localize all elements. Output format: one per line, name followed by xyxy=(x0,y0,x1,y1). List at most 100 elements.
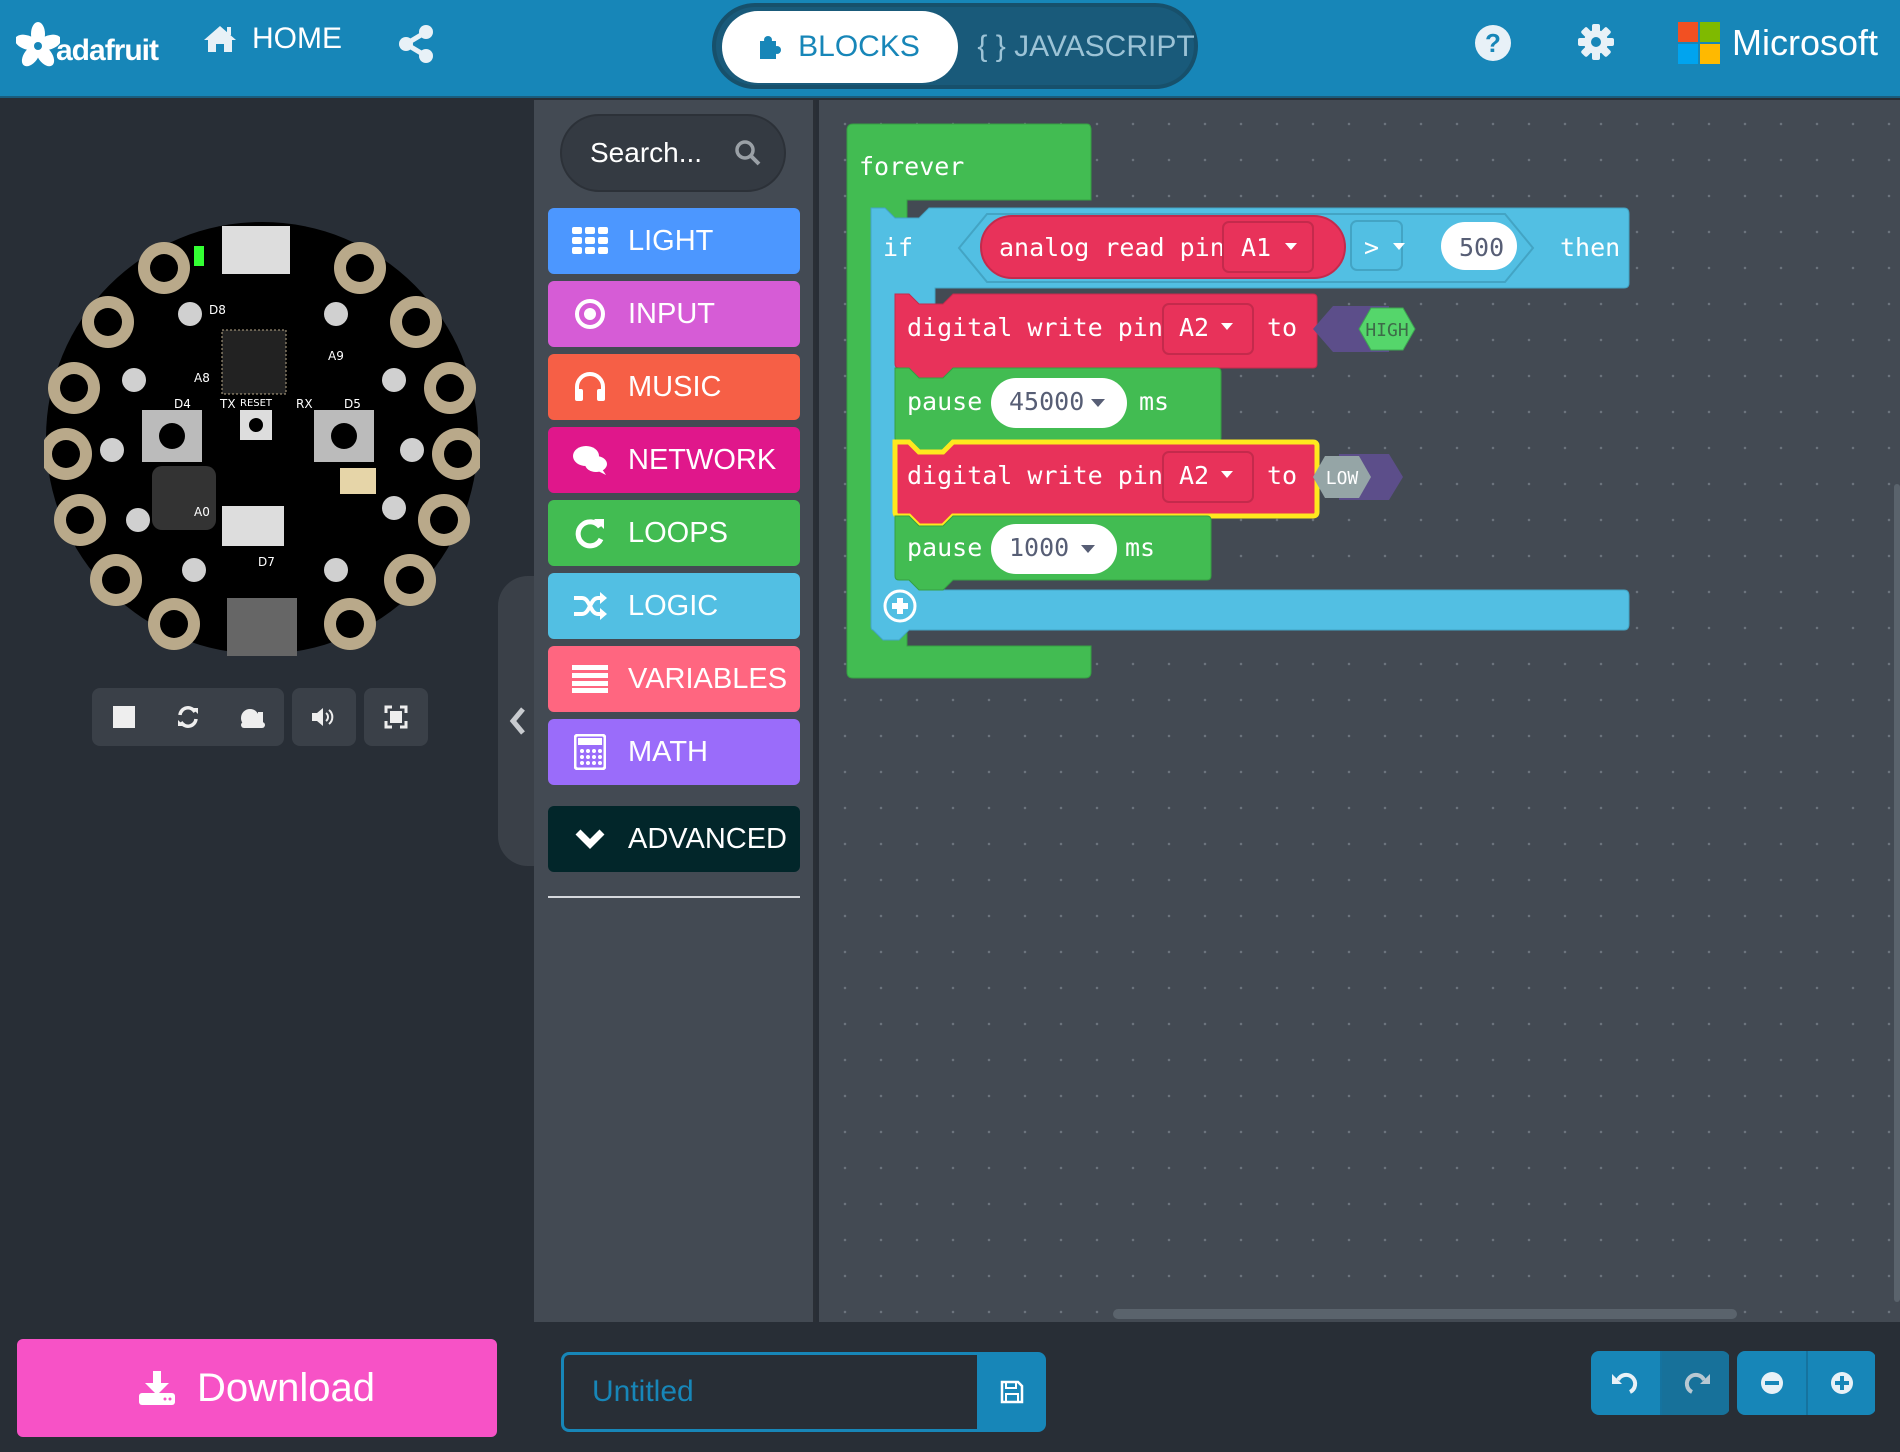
blocks-workspace[interactable]: forever if then analog read pin A1 > 500… xyxy=(819,100,1900,1322)
high-value[interactable]: HIGH xyxy=(1358,307,1416,351)
toolbox-divider xyxy=(548,896,800,898)
pause-label: pause xyxy=(907,387,982,416)
chat-bubbles-icon xyxy=(570,445,610,475)
svg-text:A1: A1 xyxy=(1241,233,1271,262)
stop-icon xyxy=(113,706,135,728)
calculator-icon xyxy=(570,734,610,770)
download-button[interactable]: Download xyxy=(17,1339,497,1437)
category-light[interactable]: LIGHT xyxy=(548,208,800,274)
floppy-disk-icon xyxy=(1000,1380,1023,1404)
help-button[interactable]: ? xyxy=(1474,24,1512,66)
pause-label: pause xyxy=(907,533,982,562)
home-button[interactable]: HOME xyxy=(202,22,342,56)
flower-icon xyxy=(16,22,60,67)
svg-text:D4: D4 xyxy=(174,397,191,411)
pause-duration-dropdown[interactable]: 45000 xyxy=(991,378,1127,428)
pause-duration-dropdown[interactable]: 1000 xyxy=(991,524,1117,574)
undo-button[interactable] xyxy=(1591,1351,1660,1415)
download-label: Download xyxy=(197,1365,375,1410)
analog-pin-dropdown[interactable]: A1 xyxy=(1222,221,1314,273)
category-math[interactable]: MATH xyxy=(548,719,800,785)
category-label: MATH xyxy=(628,735,709,768)
speaker-icon xyxy=(312,708,334,726)
pause-block-2[interactable]: pause 1000 ms xyxy=(894,515,1212,591)
pin-dropdown[interactable]: A2 xyxy=(1162,303,1254,355)
svg-text:RX: RX xyxy=(296,397,313,411)
svg-text:A0: A0 xyxy=(194,505,210,519)
svg-text:ms: ms xyxy=(1125,533,1155,562)
restart-button[interactable] xyxy=(156,688,220,746)
fullscreen-button[interactable] xyxy=(364,688,428,746)
svg-text:A2: A2 xyxy=(1179,461,1209,490)
tab-javascript[interactable]: { } JAVASCRIPT xyxy=(977,11,1194,83)
digital-write-low-block[interactable]: digital write pin A2 to LOW xyxy=(892,439,1403,529)
settings-button[interactable] xyxy=(1578,24,1614,64)
category-music[interactable]: MUSIC xyxy=(548,354,800,420)
microsoft-text: Microsoft xyxy=(1732,22,1879,63)
tab-blocks[interactable]: BLOCKS xyxy=(722,11,958,83)
svg-text:1000: 1000 xyxy=(1009,533,1069,562)
download-icon xyxy=(139,1371,176,1405)
svg-text:45000: 45000 xyxy=(1009,387,1084,416)
forever-label: forever xyxy=(859,152,964,181)
mute-button[interactable] xyxy=(292,688,356,746)
svg-text:LOW: LOW xyxy=(1326,468,1359,489)
refresh-icon xyxy=(178,706,198,728)
digital-write-high-block[interactable]: digital write pin A2 to HIGH xyxy=(894,293,1416,379)
circuit-playground-board[interactable]: D8 A8 A9 D4 TX RESET RX D5 A0 D7 xyxy=(44,220,480,656)
slow-mode-button[interactable] xyxy=(220,688,284,746)
category-logic[interactable]: LOGIC xyxy=(548,573,800,639)
category-variables[interactable]: VARIABLES xyxy=(548,646,800,712)
search-icon xyxy=(735,140,761,166)
category-label: LIGHT xyxy=(628,224,714,257)
svg-text:HIGH: HIGH xyxy=(1365,320,1408,341)
operator-dropdown[interactable]: > xyxy=(1350,220,1405,271)
category-network[interactable]: NETWORK xyxy=(548,427,800,493)
puzzle-icon xyxy=(760,36,782,59)
chevron-down-icon xyxy=(570,828,610,850)
category-label: MUSIC xyxy=(628,370,722,403)
collapse-simulator-button[interactable] xyxy=(498,576,538,866)
low-value[interactable]: LOW xyxy=(1313,456,1371,498)
category-loops[interactable]: LOOPS xyxy=(548,500,800,566)
gear-icon xyxy=(1578,24,1614,60)
stop-button[interactable] xyxy=(92,688,156,746)
svg-text:to: to xyxy=(1267,461,1297,490)
category-label: VARIABLES xyxy=(628,662,788,695)
redo-button[interactable] xyxy=(1660,1351,1729,1415)
home-label: HOME xyxy=(252,22,342,55)
share-button[interactable] xyxy=(398,24,434,68)
search-input[interactable]: Search... xyxy=(590,137,734,169)
analog-read-block[interactable]: analog read pin A1 xyxy=(980,215,1346,279)
category-input[interactable]: INPUT xyxy=(548,281,800,347)
analog-read-label: analog read pin xyxy=(999,233,1225,262)
home-icon xyxy=(204,26,236,52)
svg-text:500: 500 xyxy=(1459,233,1504,262)
shuffle-icon xyxy=(570,591,610,621)
svg-text:?: ? xyxy=(1485,28,1501,58)
compare-value-input[interactable]: 500 xyxy=(1441,222,1517,270)
refresh-icon xyxy=(570,517,610,549)
project-name-input[interactable] xyxy=(561,1352,979,1432)
redo-icon xyxy=(1684,1372,1710,1394)
tab-blocks-label: BLOCKS xyxy=(798,30,920,63)
toolbox-search[interactable]: Search... xyxy=(560,114,786,192)
workspace-vertical-scrollbar[interactable] xyxy=(1894,484,1900,1302)
block-canvas: forever if then analog read pin A1 > 500… xyxy=(846,123,1630,679)
undo-redo-group xyxy=(1591,1351,1730,1415)
digital-write-label: digital write pin xyxy=(907,461,1163,490)
save-button[interactable] xyxy=(977,1352,1046,1432)
pause-block-1[interactable]: pause 45000 ms xyxy=(894,367,1222,453)
category-label: LOOPS xyxy=(628,516,728,549)
workspace-horizontal-scrollbar[interactable] xyxy=(1113,1309,1737,1319)
category-advanced[interactable]: ADVANCED xyxy=(548,806,800,872)
zoom-in-button[interactable] xyxy=(1806,1351,1875,1415)
microsoft-logo[interactable]: Microsoft xyxy=(1678,22,1878,64)
pin-dropdown[interactable]: A2 xyxy=(1162,451,1254,503)
adafruit-logo[interactable]: adafruit xyxy=(16,22,159,68)
svg-text:D7: D7 xyxy=(258,555,275,569)
svg-text:D8: D8 xyxy=(209,303,226,317)
svg-text:D5: D5 xyxy=(344,397,361,411)
zoom-out-button[interactable] xyxy=(1737,1351,1806,1415)
category-label: ADVANCED xyxy=(628,822,787,855)
